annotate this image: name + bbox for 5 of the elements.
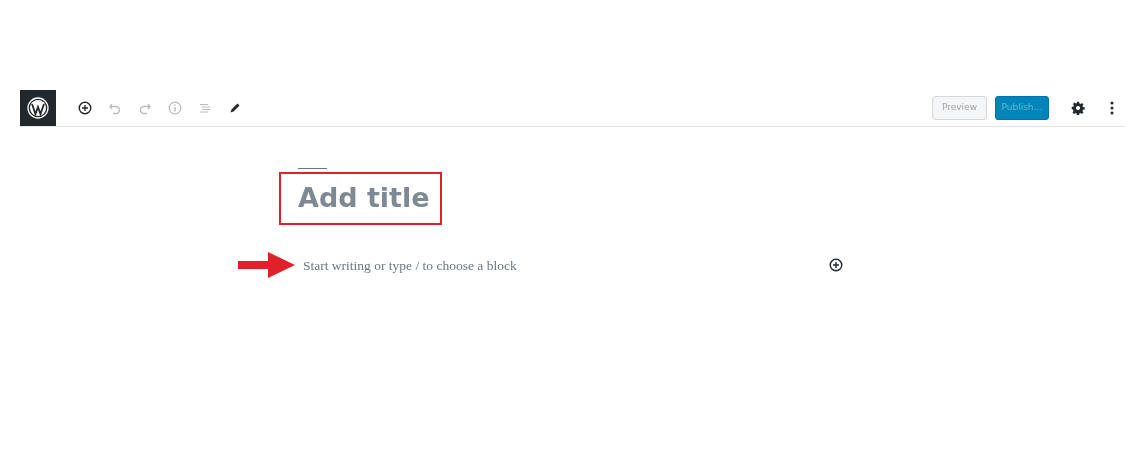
- publish-button[interactable]: Publish…: [995, 96, 1049, 120]
- wordpress-logo[interactable]: [20, 90, 56, 126]
- preview-button[interactable]: Preview: [931, 96, 987, 120]
- arrow-annotation: [238, 251, 295, 278]
- title-field[interactable]: Add title: [279, 172, 442, 225]
